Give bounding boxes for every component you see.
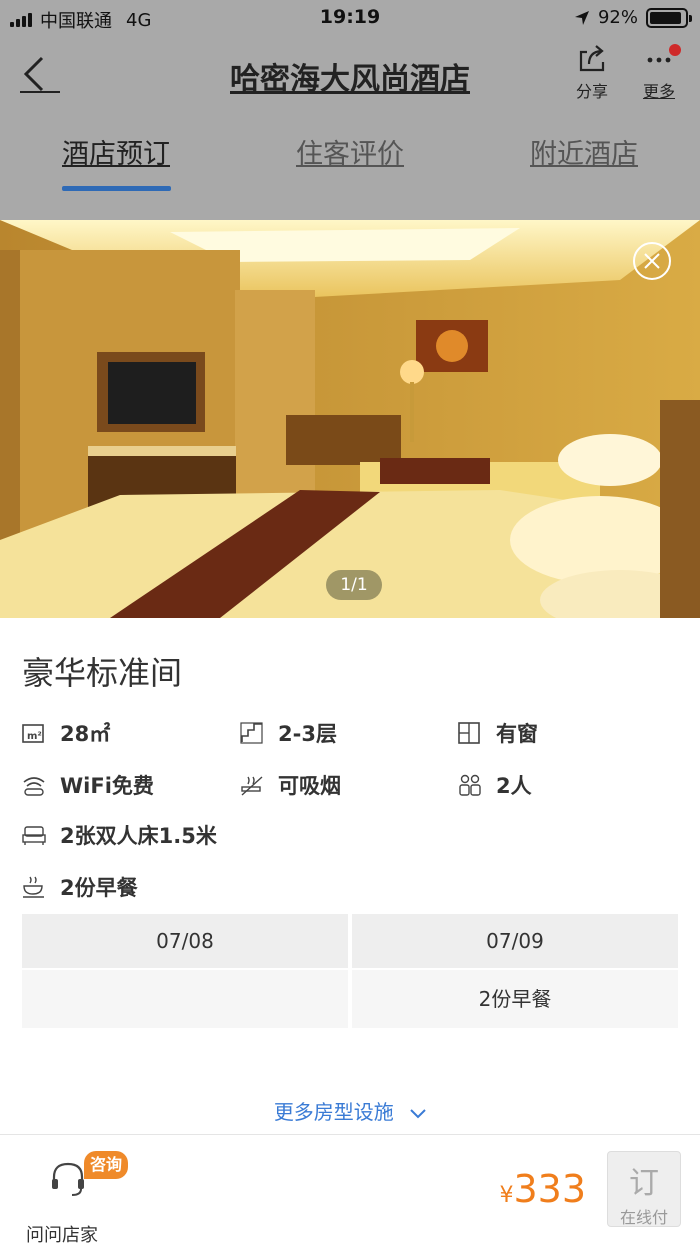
- people-icon: [459, 774, 481, 796]
- share-icon: [579, 45, 605, 72]
- notification-dot: [669, 44, 681, 56]
- battery-icon: [646, 7, 692, 28]
- facility-occupancy: 2人: [458, 770, 532, 800]
- facility-smoking: 可吸烟: [240, 770, 341, 800]
- book-label: 订: [629, 1166, 659, 1201]
- smoking-icon: [241, 776, 263, 796]
- location-arrow-icon: [574, 10, 589, 25]
- battery-fill: [650, 11, 682, 24]
- consult-badge: 咨询: [84, 1151, 129, 1179]
- close-icon: [644, 253, 660, 269]
- facility-breakfast: 2份早餐: [22, 872, 138, 902]
- more-facilities-link[interactable]: 更多房型设施: [0, 1096, 700, 1125]
- room-photo[interactable]: [0, 220, 700, 618]
- share-button[interactable]: 分享: [568, 44, 616, 102]
- price-amount: 333: [513, 1167, 586, 1211]
- more-facilities-label: 更多房型设施: [273, 1100, 394, 1124]
- date-header-1: 07/08: [22, 914, 348, 968]
- bottom-bar: 问问店家 咨询 ¥333 订 在线付: [0, 1134, 700, 1244]
- tab-bar: 酒店预订 住客评价 附近酒店: [0, 118, 700, 198]
- ask-host-label: 问问店家: [26, 1225, 98, 1244]
- room-price: ¥333: [499, 1167, 586, 1211]
- facility-area: m² 28㎡: [22, 718, 110, 748]
- window-icon: [458, 722, 480, 744]
- room-name: 豪华标准间: [22, 654, 183, 692]
- wifi-icon: [23, 777, 45, 796]
- smoking-value: 可吸烟: [278, 774, 341, 798]
- chevron-down-icon: [410, 1109, 426, 1119]
- status-right: 92%: [574, 7, 692, 28]
- date-breakfast-2: 2份早餐: [352, 970, 678, 1028]
- headset-icon: [52, 1162, 84, 1196]
- price-currency: ¥: [499, 1183, 514, 1208]
- tab-guest-reviews[interactable]: 住客评价: [296, 132, 404, 171]
- tab-hotel-booking[interactable]: 酒店预订: [62, 132, 170, 171]
- date-breakfast-1: [22, 970, 348, 1028]
- facility-wifi: WiFi免费: [22, 770, 154, 800]
- facility-window: 有窗: [458, 718, 538, 748]
- area-icon: m²: [22, 724, 44, 743]
- facility-bed: 2张双人床1.5米: [22, 820, 217, 850]
- bed-icon: [22, 826, 46, 845]
- tab-nearby-hotels[interactable]: 附近酒店: [530, 132, 638, 171]
- svg-text:m²: m²: [27, 731, 42, 742]
- status-bar: 中国联通 4G 19:19 92%: [0, 0, 700, 36]
- area-value: 28㎡: [60, 722, 111, 746]
- share-label: 分享: [575, 82, 608, 101]
- wifi-value: WiFi免费: [60, 774, 154, 798]
- more-button[interactable]: 更多: [635, 44, 683, 102]
- facility-floor: 2-3层: [240, 718, 337, 748]
- more-label: 更多: [642, 82, 675, 101]
- occupancy-value: 2人: [496, 774, 532, 798]
- book-button[interactable]: 订 在线付: [607, 1151, 681, 1227]
- battery-percent: 92%: [597, 7, 638, 28]
- breakfast-icon: [23, 876, 44, 898]
- date-header-2: 07/09: [352, 914, 678, 968]
- tab-indicator: [62, 186, 171, 191]
- book-sub-label: 在线付: [619, 1208, 668, 1227]
- close-photo-button[interactable]: [633, 242, 671, 280]
- room-photo-illustration: [0, 220, 700, 618]
- bed-value: 2张双人床1.5米: [60, 824, 217, 848]
- window-value: 有窗: [496, 722, 538, 746]
- floor-value: 2-3层: [278, 722, 337, 746]
- breakfast-value: 2份早餐: [60, 876, 138, 900]
- nav-bar: 哈密海大风尚酒店 分享 更多: [0, 36, 700, 112]
- stairs-icon: [240, 722, 263, 744]
- photo-counter: 1/1: [326, 570, 382, 600]
